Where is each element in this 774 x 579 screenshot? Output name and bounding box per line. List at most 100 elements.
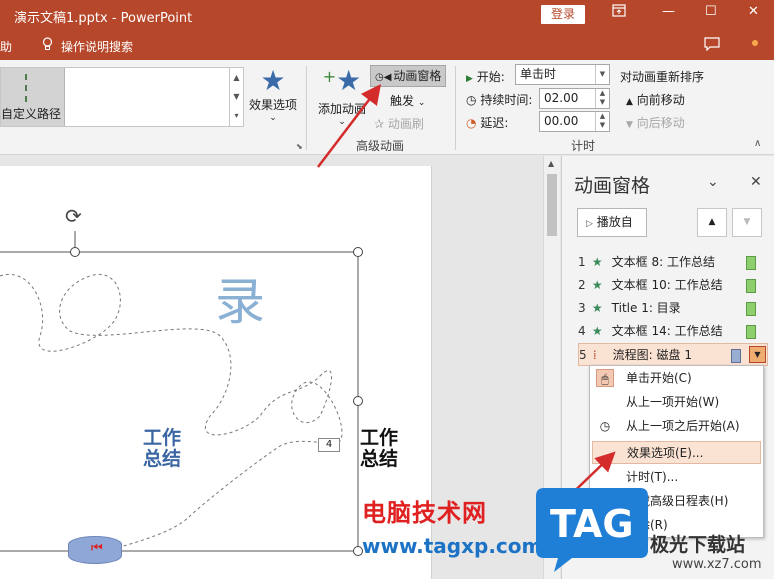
animation-number: 5 [579, 348, 587, 362]
menu-item-start-after-previous[interactable]: ◷ 从上一项之后开始(A) [590, 415, 763, 438]
timeline-bar [746, 302, 756, 316]
search-label: 操作说明搜索 [61, 40, 134, 54]
triangle-up-icon: ▲ [708, 217, 716, 227]
clock-icon: ◷ [466, 93, 477, 107]
menu-item-label: 效果选项(E)... [627, 446, 704, 460]
animation-pane-button[interactable]: ◷◀ 动画窗格 [370, 65, 446, 87]
play-triangle-icon: ▶ [466, 74, 473, 84]
start-select[interactable]: 单击时 ▼ [515, 64, 610, 85]
rotate-handle-icon[interactable]: ⟳ [65, 204, 82, 228]
close-pane-icon[interactable]: ✕ [750, 174, 762, 190]
animation-list-item[interactable]: 3 ★ Title 1: 目录 [578, 297, 768, 320]
slide-text-left-line2: 总结 [143, 448, 182, 470]
move-later-button[interactable]: ▼ 向后移动 [626, 114, 685, 131]
triangle-down-icon: ▼ [743, 217, 751, 227]
play-icon: ▷ [586, 219, 593, 229]
animation-list-item[interactable]: 1 ★ 文本框 8: 工作总结 [578, 251, 768, 274]
ribbon: 自定义路径 ▲ ▼ ▾ ★ 效果选项 ⌄ +★ 添加动画 ⌄ ◷◀ 动画窗格 触发… [0, 60, 774, 155]
scroll-up-icon[interactable]: ▲ [230, 68, 243, 87]
menu-item-label: 从上一项开始(W) [626, 395, 720, 409]
triangle-down-icon: ▼ [626, 120, 633, 130]
animation-item-label: 流程图: 磁盘 1 [612, 348, 692, 362]
animation-pane-label: 动画窗格 [393, 69, 442, 83]
timeline-bar [731, 349, 741, 363]
chevron-down-icon: ⌄ [338, 117, 346, 127]
restore-icon[interactable]: ☐ [705, 4, 717, 19]
timeline-bar [746, 279, 756, 293]
move-down-button[interactable]: ▼ [732, 208, 762, 237]
ribbon-display-icon[interactable] [612, 4, 626, 21]
advanced-animation-group-label: 高级动画 [356, 139, 405, 153]
minimize-icon[interactable]: — [662, 4, 675, 19]
gallery-item-custom-path[interactable]: 自定义路径 [1, 68, 65, 126]
delay-stepper[interactable]: 00.00 ▲ ▼ [539, 111, 610, 132]
stepper-arrows[interactable]: ▲ ▼ [595, 89, 609, 108]
scroll-down-icon[interactable]: ▼ [230, 87, 243, 106]
delay-label: 延迟: [480, 116, 509, 130]
move-later-label: 向后移动 [636, 116, 685, 130]
trigger-button[interactable]: 触发 ⌄ [390, 92, 425, 109]
add-animation-button[interactable]: +★ 添加动画 ⌄ [314, 64, 370, 128]
gallery-more-icon[interactable]: ▾ [230, 106, 243, 125]
animation-list-item-selected[interactable]: 5 ⁞ 流程图: 磁盘 1 ▼ [578, 343, 768, 366]
menu-item-effect-options[interactable]: 效果选项(E)... [592, 441, 761, 464]
gallery-scroll[interactable]: ▲ ▼ ▾ [229, 68, 243, 126]
scrollbar-thumb[interactable] [547, 174, 557, 236]
effect-options-button[interactable]: ★ 效果选项 ⌄ [246, 66, 300, 124]
move-earlier-button[interactable]: ▲ 向前移动 [626, 91, 685, 108]
duration-stepper[interactable]: 02.00 ▲ ▼ [539, 88, 610, 109]
animation-number: 3 [578, 301, 586, 315]
slide-big-char: 录 [215, 273, 265, 331]
animation-gallery[interactable]: 自定义路径 ▲ ▼ ▾ [0, 67, 244, 127]
animation-number: 4 [578, 324, 586, 338]
group-divider [306, 66, 307, 150]
chevron-down-icon: ⌄ [269, 113, 277, 123]
add-star-icon: +★ [322, 64, 362, 97]
animation-pane-icon: ◷◀ [375, 72, 392, 83]
menu-help[interactable]: 助 [0, 38, 12, 55]
title-bar: 演示文稿1.pptx - PowerPoint 登录 — ☐ ✕ [0, 0, 774, 30]
dialog-launcher-icon[interactable]: ⬊ [296, 142, 303, 151]
add-animation-label: 添加动画 [317, 102, 366, 116]
animation-painter-label: 动画刷 [387, 117, 424, 131]
reorder-label: 对动画重新排序 [620, 70, 705, 84]
trigger-label: 触发 [390, 94, 415, 108]
comment-icon[interactable] [704, 37, 720, 55]
animation-item-label: 文本框 14: 工作总结 [611, 324, 723, 338]
animation-pane-title: 动画窗格 [574, 175, 651, 197]
clock-icon: ◷ [599, 419, 611, 433]
window-title: 演示文稿1.pptx - PowerPoint [14, 11, 193, 26]
tag-logo-text: TAG [550, 502, 634, 546]
tell-me-search[interactable]: 操作说明搜索 [42, 37, 133, 55]
gallery-item-label: 自定义路径 [1, 107, 62, 121]
scroll-up-icon[interactable]: ▲ [548, 159, 554, 168]
menu-item-start-on-click[interactable]: 🖱 单击开始(C) [590, 367, 763, 390]
triangle-up-icon: ▲ [626, 97, 633, 107]
path-end-marker-icon: ⏮ [91, 541, 103, 556]
start-value: 单击时 [520, 67, 557, 81]
chevron-down-icon: ⌄ [417, 98, 426, 108]
animation-list-item[interactable]: 4 ★ 文本框 14: 工作总结 [578, 320, 768, 343]
entrance-star-icon: ★ [591, 278, 603, 292]
slide-text-right: 工作 总结 [360, 428, 398, 470]
animation-painter-button[interactable]: ✰ 动画刷 [374, 115, 424, 132]
flowchart-disk-shape[interactable]: ⏮ [68, 536, 122, 564]
duration-label: 持续时间: [480, 93, 533, 107]
item-dropdown-button[interactable]: ▼ [749, 346, 766, 363]
close-icon[interactable]: ✕ [748, 4, 759, 19]
delay-value: 00.00 [544, 114, 579, 128]
timeline-bar [746, 325, 756, 339]
chevron-down-icon[interactable]: ▼ [595, 65, 609, 84]
delay-row: ◔ 延迟: [466, 114, 508, 131]
duration-row: ◷ 持续时间: [466, 91, 532, 108]
chevron-down-icon[interactable]: ⌄ [707, 174, 719, 190]
menu-item-label: 从上一项之后开始(A) [626, 419, 740, 433]
lightbulb-icon [42, 37, 53, 55]
play-from-button[interactable]: ▷ 播放自 [577, 208, 647, 237]
move-up-button[interactable]: ▲ [697, 208, 727, 237]
animation-list-item[interactable]: 2 ★ 文本框 10: 工作总结 [578, 274, 768, 297]
stepper-arrows[interactable]: ▲ ▼ [595, 112, 609, 131]
collapse-ribbon-icon[interactable]: ∧ [754, 138, 761, 149]
login-button[interactable]: 登录 [541, 5, 585, 24]
menu-item-start-with-previous[interactable]: 从上一项开始(W) [590, 391, 763, 414]
